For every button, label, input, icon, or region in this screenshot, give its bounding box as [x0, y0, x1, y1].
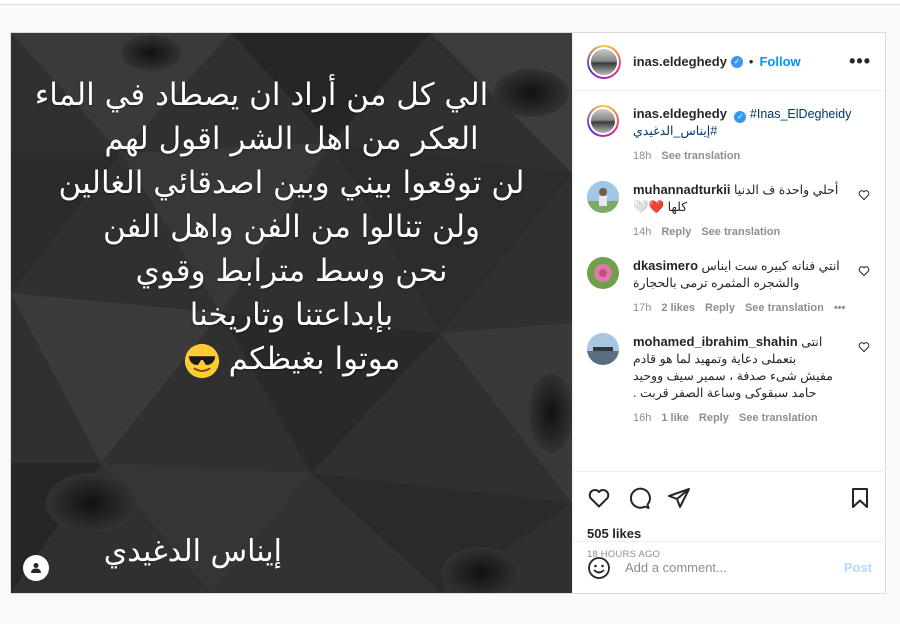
- quote-line-3: لن توقعوا بيني وبين اصدقائي الغالين: [58, 165, 525, 201]
- see-translation-link[interactable]: See translation: [661, 148, 740, 165]
- comment-item: mohamed_ibrahim_shahin انتى بتعملى دعاية…: [587, 333, 871, 427]
- comment-bubble-icon[interactable]: [627, 486, 651, 510]
- comment-text: مفيش شىء صدفة ، سمير سيف ووحيد: [633, 369, 833, 383]
- separator-dot: •: [748, 54, 754, 69]
- author-username[interactable]: inas.eldeghedy: [633, 54, 727, 69]
- author-avatar[interactable]: [587, 44, 621, 79]
- share-paper-plane-icon[interactable]: [667, 486, 691, 510]
- comment-text: حامد سبقوكى وساعة الصفر قربت .: [633, 386, 817, 400]
- post-image[interactable]: الي كل من أراد ان يصطاد في الماء العكر م…: [11, 33, 572, 593]
- comment-likes[interactable]: 1 like: [661, 410, 689, 427]
- comment-username[interactable]: dkasimero: [633, 258, 698, 273]
- like-comment-heart-icon[interactable]: [857, 265, 871, 277]
- quote-line-5: نحن وسط مترابط وقوي: [135, 253, 448, 289]
- quote-line-4: ولن تنالوا من الفن واهل الفن: [102, 209, 481, 245]
- comment-text: انتى: [801, 335, 823, 349]
- comment-text: انتي فنانه كبيره ست ايناس: [701, 259, 840, 273]
- quote-line-7: موتوا بغيظكم: [228, 341, 401, 377]
- post-header: inas.eldeghedy ✓ • Follow •••: [573, 33, 885, 91]
- comment-text: والشجره المثمره ترمى بالحجارة: [633, 276, 800, 290]
- likes-count[interactable]: 505 likes: [587, 526, 872, 541]
- reply-button[interactable]: Reply: [705, 300, 735, 317]
- quote-line-1: الي كل من أراد ان يصطاد في الماء: [34, 77, 489, 113]
- emoji-smiley-icon[interactable]: [587, 556, 611, 580]
- see-translation-link[interactable]: See translation: [701, 224, 780, 241]
- comment-likes[interactable]: 2 likes: [661, 300, 695, 317]
- post-comment-button[interactable]: Post: [844, 560, 872, 575]
- comment-input[interactable]: [625, 560, 844, 575]
- caption-meta: 18h See translation: [633, 148, 871, 165]
- quote-line-6: بإبداعتنا وتاريخنا: [189, 297, 394, 333]
- user-icon: [31, 563, 41, 573]
- caption-time: 18h: [633, 150, 652, 162]
- comment-more-icon[interactable]: •••: [834, 300, 846, 317]
- verified-badge-icon: ✓: [730, 55, 743, 68]
- reply-button[interactable]: Reply: [699, 410, 729, 427]
- comment-text: كلها ❤️🤍: [633, 200, 688, 214]
- comment-time: 16h: [633, 412, 652, 424]
- action-buttons: [587, 486, 872, 510]
- caption-username[interactable]: inas.eldeghedy: [633, 106, 727, 121]
- save-bookmark-icon[interactable]: [848, 486, 872, 510]
- comment-item: dkasimero انتي فنانه كبيره ست ايناس والش…: [587, 257, 871, 317]
- comment-username[interactable]: mohamed_ibrahim_shahin: [633, 334, 798, 349]
- caption-avatar[interactable]: [587, 105, 619, 137]
- comment-time: 17h: [633, 302, 652, 314]
- post-card: الي كل من أراد ان يصطاد في الماء العكر م…: [10, 32, 886, 594]
- hashtag-link[interactable]: #Inas_ElDegheidy: [750, 107, 851, 121]
- like-comment-heart-icon[interactable]: [857, 341, 871, 353]
- caption-item: inas.eldeghedy ✓ #Inas_ElDegheidy #إيناس…: [587, 105, 871, 165]
- sunglasses-emoji-icon: [184, 343, 219, 378]
- more-options-icon[interactable]: •••: [849, 51, 871, 72]
- like-heart-icon[interactable]: [587, 486, 611, 510]
- like-comment-heart-icon[interactable]: [857, 189, 871, 201]
- reply-button[interactable]: Reply: [661, 224, 691, 241]
- quote-line-2: العكر من اهل الشر اقول لهم: [104, 121, 479, 157]
- see-translation-link[interactable]: See translation: [739, 410, 818, 427]
- tagged-users-button[interactable]: [23, 555, 49, 581]
- comment-time: 14h: [633, 226, 652, 238]
- follow-button[interactable]: Follow: [759, 54, 800, 69]
- comment-meta: 16h 1 like Reply See translation: [633, 410, 849, 427]
- comment-text: بتعملى دعاية وتمهيد لما هو قادم: [633, 352, 797, 366]
- comment-item: muhannadturkii أحلي واحدة ف الدنيا كلها …: [587, 181, 871, 241]
- commenter-avatar[interactable]: [587, 181, 619, 213]
- caption-body: inas.eldeghedy ✓ #Inas_ElDegheidy #إيناس…: [633, 105, 871, 165]
- comments-list[interactable]: inas.eldeghedy ✓ #Inas_ElDegheidy #إيناس…: [573, 91, 885, 467]
- commenter-avatar[interactable]: [587, 333, 619, 365]
- verified-badge-icon: ✓: [734, 111, 747, 123]
- see-translation-link[interactable]: See translation: [745, 300, 824, 317]
- comment-meta: 14h Reply See translation: [633, 224, 849, 241]
- quote-line-7-wrap: موتوا بغيظكم: [11, 337, 572, 381]
- author-info: inas.eldeghedy ✓ • Follow: [633, 54, 801, 69]
- hashtag-link[interactable]: #إيناس_الدغيدي: [633, 124, 717, 138]
- quote-text: الي كل من أراد ان يصطاد في الماء العكر م…: [11, 73, 572, 381]
- commenter-avatar[interactable]: [587, 257, 619, 289]
- comment-username[interactable]: muhannadturkii: [633, 182, 731, 197]
- comment-meta: 17h 2 likes Reply See translation •••: [633, 300, 849, 317]
- comment-text: أحلي واحدة ف الدنيا: [734, 183, 839, 197]
- add-comment-bar: Post: [573, 541, 886, 593]
- signature-text: إيناس الدغيدي: [103, 534, 282, 569]
- top-border: [0, 0, 900, 5]
- post-sidebar: inas.eldeghedy ✓ • Follow ••• inas.eldeg…: [572, 33, 886, 593]
